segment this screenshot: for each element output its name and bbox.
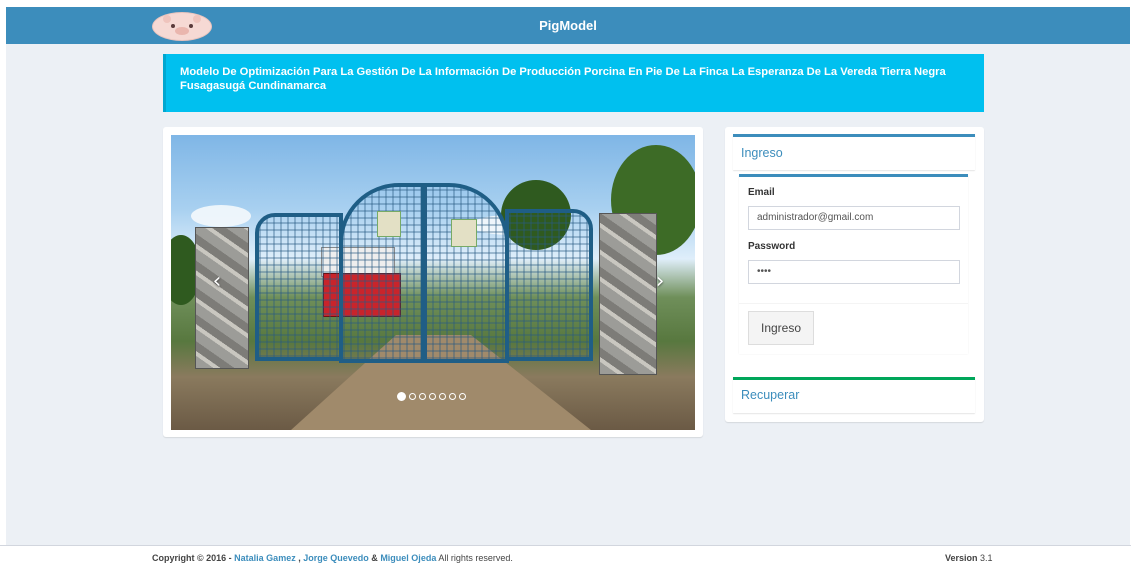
carousel-prev-icon[interactable]: ‹ — [207, 270, 227, 294]
author-link-natalia[interactable]: Natalia Gamez — [234, 553, 296, 563]
carousel-indicator[interactable] — [429, 393, 436, 400]
recover-panel-title[interactable]: Recuperar — [741, 388, 799, 402]
carousel-next-icon[interactable]: › — [650, 270, 670, 294]
carousel-indicator[interactable] — [419, 393, 426, 400]
ingreso-button[interactable]: Ingreso — [748, 311, 814, 345]
login-panel-title[interactable]: Ingreso — [741, 146, 783, 160]
login-form: Email administrador@gmail.com Password •… — [739, 174, 968, 354]
carousel-box: ‹ › — [163, 127, 703, 437]
email-label: Email — [748, 187, 775, 198]
author-separator: , — [298, 553, 301, 563]
carousel-indicator[interactable] — [459, 393, 466, 400]
carousel-indicator[interactable] — [409, 393, 416, 400]
pig-logo-icon[interactable] — [152, 12, 212, 41]
version-info: Version 3.1 — [945, 546, 993, 570]
callout-text: Modelo De Optimización Para La Gestión D… — [180, 66, 946, 92]
rights-text: All rights reserved. — [438, 553, 513, 563]
carousel-indicator[interactable] — [439, 393, 446, 400]
version-label: Version — [945, 553, 978, 563]
copyright-prefix: Copyright © 2016 - — [152, 553, 232, 563]
copyright-text: Copyright © 2016 - Natalia Gamez , Jorge… — [152, 546, 513, 570]
author-link-miguel[interactable]: Miguel Ojeda — [380, 553, 436, 563]
carousel-indicators — [397, 392, 466, 405]
login-box: Ingreso Email administrador@gmail.com Pa… — [725, 127, 984, 422]
info-callout: Modelo De Optimización Para La Gestión D… — [163, 54, 984, 112]
email-field[interactable]: administrador@gmail.com — [748, 206, 960, 230]
version-value: 3.1 — [980, 553, 993, 563]
top-navbar: PigModel — [6, 7, 1130, 44]
carousel-indicator[interactable] — [449, 393, 456, 400]
author-link-jorge[interactable]: Jorge Quevedo — [303, 553, 369, 563]
login-panel-header[interactable]: Ingreso — [733, 134, 975, 170]
login-form-footer: Ingreso — [739, 303, 968, 354]
carousel-indicator[interactable] — [397, 392, 406, 401]
password-label: Password — [748, 241, 796, 252]
page-footer: Copyright © 2016 - Natalia Gamez , Jorge… — [0, 545, 1131, 570]
password-field[interactable]: •••• — [748, 260, 960, 284]
carousel-slide-image: ‹ › — [171, 135, 695, 430]
author-separator: & — [371, 553, 378, 563]
recover-panel-header[interactable]: Recuperar — [733, 377, 975, 413]
